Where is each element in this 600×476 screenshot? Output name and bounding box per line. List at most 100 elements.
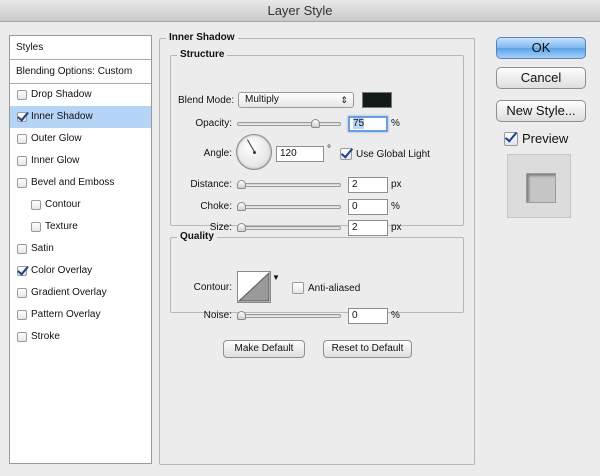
style-item-inner-glow[interactable]: Inner Glow — [10, 150, 151, 172]
style-item-drop-shadow[interactable]: Drop Shadow — [10, 84, 151, 106]
style-item-label: Pattern Overlay — [31, 309, 101, 320]
quality-title: Quality — [177, 231, 217, 243]
window-titlebar: Layer Style — [0, 0, 600, 22]
style-item-stroke[interactable]: Stroke — [10, 326, 151, 348]
choke-value: 0 — [352, 201, 358, 212]
select-arrows-icon: ⇕ — [340, 95, 348, 105]
blending-options-item[interactable]: Blending Options: Custom — [10, 60, 151, 84]
distance-slider-thumb[interactable] — [237, 180, 246, 189]
ok-button[interactable]: OK — [496, 37, 586, 59]
style-item-gradient-overlay[interactable]: Gradient Overlay — [10, 282, 151, 304]
cancel-button[interactable]: Cancel — [496, 67, 586, 89]
contour-picker[interactable] — [237, 271, 271, 303]
opacity-slider[interactable] — [237, 119, 341, 128]
style-item-contour[interactable]: Contour — [10, 194, 151, 216]
angle-value: 120 — [280, 148, 297, 159]
style-item-label: Inner Glow — [31, 155, 80, 166]
structure-title: Structure — [177, 49, 228, 61]
choke-unit: % — [391, 201, 400, 212]
make-default-button[interactable]: Make Default — [223, 340, 305, 358]
distance-unit: px — [391, 179, 402, 190]
layer-style-dialog: Styles Blending Options: Custom Drop Sha… — [0, 22, 600, 476]
choke-slider[interactable] — [237, 202, 341, 211]
style-item-label: Texture — [45, 221, 78, 232]
style-item-checkbox[interactable] — [17, 310, 27, 320]
chevron-down-icon[interactable]: ▼ — [272, 273, 280, 283]
size-slider[interactable] — [237, 223, 341, 232]
contour-label: Contour: — [193, 282, 232, 293]
style-preview-swatch — [526, 173, 556, 203]
preview-label[interactable]: Preview — [522, 132, 568, 146]
style-item-inner-shadow[interactable]: Inner Shadow — [10, 106, 151, 128]
style-item-label: Stroke — [31, 331, 60, 342]
use-global-light-label[interactable]: Use Global Light — [356, 149, 430, 161]
opacity-unit: % — [391, 118, 400, 129]
style-item-label: Drop Shadow — [31, 89, 92, 100]
style-item-label: Bevel and Emboss — [31, 177, 115, 188]
angle-dial[interactable] — [236, 134, 272, 170]
style-item-texture[interactable]: Texture — [10, 216, 151, 238]
style-item-label: Satin — [31, 243, 54, 254]
style-item-label: Contour — [45, 199, 81, 210]
reset-to-default-button[interactable]: Reset to Default — [323, 340, 412, 358]
inner-shadow-title: Inner Shadow — [166, 32, 238, 44]
opacity-label: Opacity: — [195, 118, 232, 129]
new-style-button[interactable]: New Style... — [496, 100, 586, 122]
style-item-checkbox[interactable] — [31, 222, 41, 232]
noise-slider-thumb[interactable] — [237, 311, 246, 320]
quality-group: Quality — [170, 231, 464, 313]
shadow-color-swatch[interactable] — [362, 92, 392, 108]
size-input[interactable]: 2 — [348, 220, 388, 236]
style-item-checkbox[interactable] — [17, 288, 27, 298]
style-item-checkbox[interactable] — [17, 112, 27, 122]
style-item-checkbox[interactable] — [17, 266, 27, 276]
style-item-outer-glow[interactable]: Outer Glow — [10, 128, 151, 150]
style-item-checkbox[interactable] — [17, 90, 27, 100]
style-item-label: Outer Glow — [31, 133, 82, 144]
anti-aliased-label[interactable]: Anti-aliased — [308, 283, 360, 295]
anti-aliased-checkbox[interactable] — [292, 282, 304, 294]
opacity-slider-thumb[interactable] — [311, 119, 320, 128]
contour-curve-icon — [237, 271, 270, 302]
angle-label: Angle: — [203, 148, 232, 159]
angle-dial-center — [253, 151, 256, 154]
style-item-checkbox[interactable] — [17, 332, 27, 342]
angle-unit: ° — [327, 144, 331, 155]
style-item-checkbox[interactable] — [17, 244, 27, 254]
styles-list: Styles Blending Options: Custom Drop Sha… — [9, 35, 152, 464]
opacity-input[interactable]: 75 — [348, 116, 388, 132]
blend-mode-select[interactable]: Multiply ⇕ — [238, 92, 354, 108]
style-item-checkbox[interactable] — [17, 134, 27, 144]
choke-label: Choke: — [200, 201, 232, 212]
style-item-bevel-and-emboss[interactable]: Bevel and Emboss — [10, 172, 151, 194]
noise-unit: % — [391, 310, 400, 321]
distance-slider[interactable] — [237, 180, 341, 189]
style-item-checkbox[interactable] — [17, 178, 27, 188]
blend-mode-label: Blend Mode: — [178, 95, 235, 106]
distance-value: 2 — [352, 179, 358, 190]
style-preview-thumbnail — [507, 154, 571, 218]
opacity-value: 75 — [353, 118, 365, 129]
style-item-label: Color Overlay — [31, 265, 93, 276]
distance-label: Distance: — [190, 179, 232, 190]
noise-value: 0 — [352, 310, 358, 321]
choke-slider-thumb[interactable] — [237, 202, 246, 211]
style-item-color-overlay[interactable]: Color Overlay — [10, 260, 151, 282]
noise-label: Noise: — [203, 310, 232, 321]
noise-input[interactable]: 0 — [348, 308, 388, 324]
size-unit: px — [391, 222, 402, 233]
angle-input[interactable]: 120 — [276, 146, 324, 162]
preview-checkbox[interactable] — [504, 132, 518, 146]
use-global-light-checkbox[interactable] — [340, 148, 352, 160]
style-item-satin[interactable]: Satin — [10, 238, 151, 260]
noise-slider[interactable] — [237, 311, 341, 320]
style-item-checkbox[interactable] — [17, 156, 27, 166]
choke-input[interactable]: 0 — [348, 199, 388, 215]
styles-header[interactable]: Styles — [10, 36, 151, 60]
size-slider-thumb[interactable] — [237, 223, 246, 232]
style-item-checkbox[interactable] — [31, 200, 41, 210]
style-item-label: Inner Shadow — [31, 111, 93, 122]
style-item-pattern-overlay[interactable]: Pattern Overlay — [10, 304, 151, 326]
style-item-label: Gradient Overlay — [31, 287, 107, 298]
distance-input[interactable]: 2 — [348, 177, 388, 193]
